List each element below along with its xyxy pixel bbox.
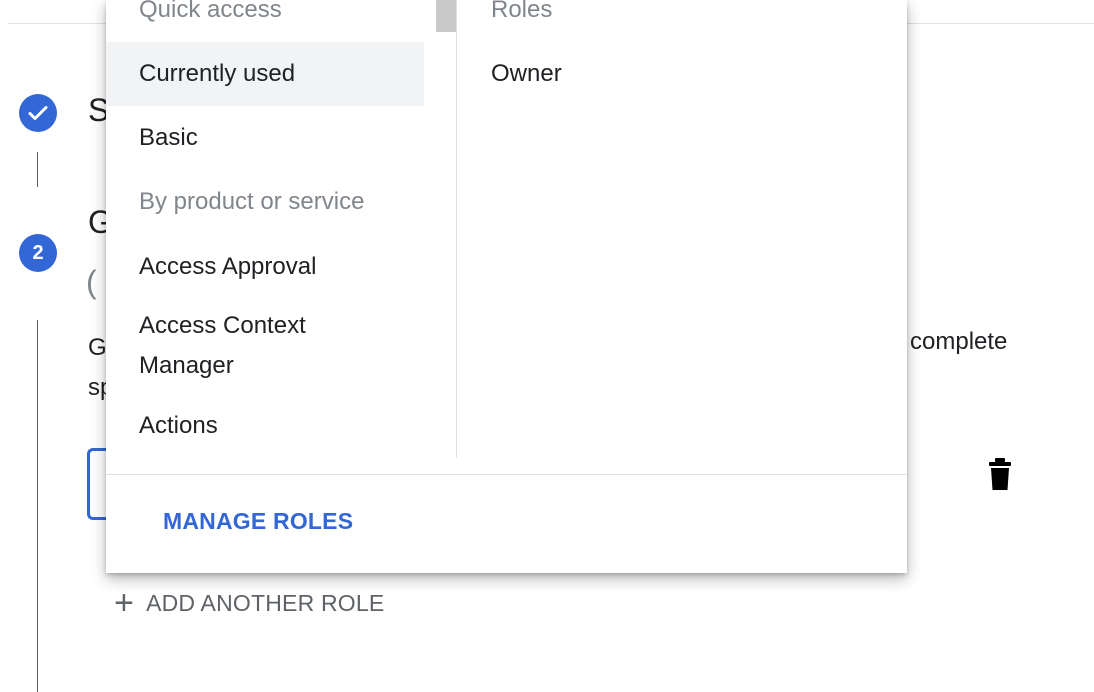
step2-description-end: complete xyxy=(910,328,1008,355)
step2-subheading: ( xyxy=(86,264,97,300)
category-currently-used[interactable]: Currently used xyxy=(106,42,424,106)
manage-roles-button[interactable]: MANAGE ROLES xyxy=(163,508,353,535)
category-basic[interactable]: Basic xyxy=(106,118,424,158)
add-another-role-button[interactable]: + ADD ANOTHER ROLE xyxy=(114,586,384,620)
category-header-quick-access: Quick access xyxy=(139,0,282,23)
footer-divider xyxy=(106,474,907,475)
category-list-scrollbar[interactable] xyxy=(436,0,456,32)
delete-role-icon[interactable] xyxy=(986,456,1014,492)
category-header-by-product: By product or service xyxy=(139,188,365,215)
category-access-approval[interactable]: Access Approval xyxy=(106,247,424,287)
column-divider xyxy=(456,0,457,458)
role-picker-dropdown: Quick access Currently used Basic By pro… xyxy=(106,0,907,573)
stepper-connector xyxy=(37,152,38,187)
role-option-owner[interactable]: Owner xyxy=(491,54,562,94)
stepper-connector xyxy=(37,320,38,692)
role-select-field[interactable] xyxy=(87,448,108,520)
step2-number-badge: 2 xyxy=(19,234,57,272)
role-category-list: Quick access Currently used Basic By pro… xyxy=(106,0,424,474)
step-complete-check-icon xyxy=(19,94,57,132)
plus-icon: + xyxy=(114,584,135,622)
category-actions[interactable]: Actions xyxy=(106,406,424,446)
add-another-role-label: ADD ANOTHER ROLE xyxy=(146,589,385,616)
roles-header: Roles xyxy=(491,0,553,23)
category-access-context-manager[interactable]: Access Context Manager xyxy=(106,306,424,386)
